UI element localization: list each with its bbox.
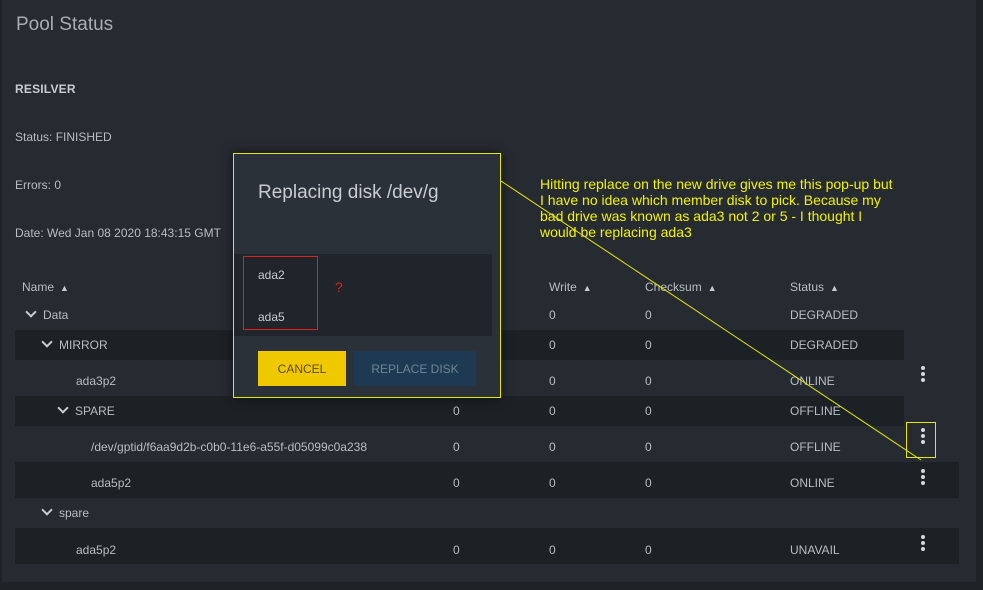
annotation-leader-line (500, 180, 922, 461)
